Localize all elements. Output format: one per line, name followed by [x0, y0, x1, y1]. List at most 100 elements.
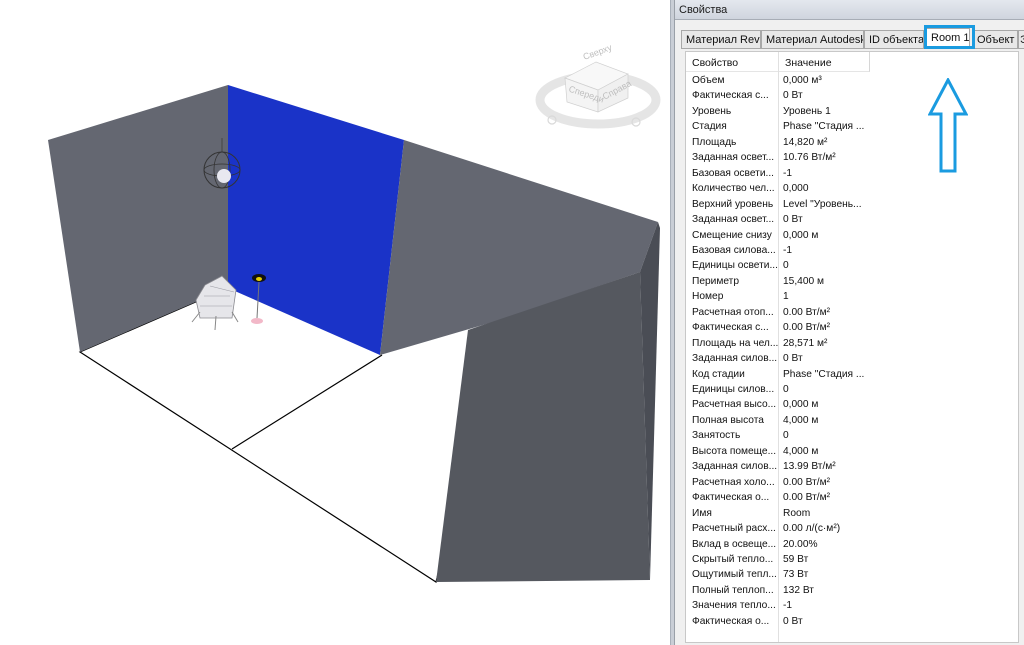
tab-highlight-box — [924, 25, 975, 49]
property-name: Ощутимый тепл... — [692, 569, 777, 581]
property-value: 1 — [783, 291, 789, 303]
property-value: 0,000 м — [783, 229, 819, 241]
property-value: 0 Вт — [783, 615, 803, 627]
property-value: 0.00 Вт/м² — [783, 492, 831, 504]
property-value: 0 — [783, 430, 789, 442]
property-name: Вклад в освеще... — [692, 538, 777, 550]
table-row[interactable]: Заданная освет... 0 Вт — [686, 212, 1018, 228]
property-value: Phase "Стадия ... — [783, 368, 865, 380]
property-name: Заданная силов... — [692, 353, 778, 365]
table-row[interactable]: Уровень Уровень 1 — [686, 104, 1018, 120]
table-row[interactable]: Расчетная холо... 0.00 Вт/м² — [686, 475, 1018, 491]
room-scene: Сверху Спереди Справа — [48, 42, 661, 583]
table-row[interactable]: Скрытый тепло... 59 Вт — [686, 552, 1018, 568]
property-name: Площадь на чел... — [692, 337, 778, 349]
property-value: 0.00 л/(с·м²) — [783, 523, 841, 535]
table-row[interactable]: Код стадии Phase "Стадия ... — [686, 367, 1018, 383]
property-value: 0.00 Вт/м² — [783, 322, 831, 334]
table-row[interactable]: Фактическая о... 0.00 Вт/м² — [686, 490, 1018, 506]
property-value: 0 Вт — [783, 90, 803, 102]
property-name: Расчетная высо... — [692, 399, 777, 411]
table-row[interactable]: Значения тепло... -1 — [686, 598, 1018, 614]
property-name: Полный теплоп... — [692, 584, 774, 596]
table-row[interactable]: Периметр 15,400 м — [686, 274, 1018, 290]
property-name: Базовая силова... — [692, 244, 776, 256]
tab-autodesk-material[interactable]: Материал Autodesk — [761, 30, 864, 48]
table-row[interactable]: Вклад в освеще... 20.00% — [686, 537, 1018, 553]
table-row[interactable]: Фактическая с... 0 Вт — [686, 88, 1018, 104]
property-value: Room — [783, 507, 811, 519]
property-value: -1 — [783, 167, 793, 179]
table-row[interactable]: Верхний уровень Level "Уровень... — [686, 197, 1018, 213]
property-name: Площадь — [692, 136, 737, 148]
table-row[interactable]: Фактическая с... 0.00 Вт/м² — [686, 320, 1018, 336]
table-row[interactable]: Единицы освети... 0 — [686, 258, 1018, 274]
tab-object[interactable]: Объект — [972, 30, 1018, 48]
property-value: 132 Вт — [783, 584, 814, 596]
tab-revit-material[interactable]: Материал Revit — [681, 30, 761, 48]
property-value: 59 Вт — [783, 553, 809, 565]
property-value: Phase "Стадия ... — [783, 121, 865, 133]
property-name: Значения тепло... — [692, 600, 776, 612]
property-name: Верхний уровень — [692, 198, 774, 210]
table-row[interactable]: Номер 1 — [686, 289, 1018, 305]
table-row[interactable]: Заданная силов... 0 Вт — [686, 351, 1018, 367]
table-row[interactable]: Площадь 14,820 м² — [686, 135, 1018, 151]
property-value: 20.00% — [783, 538, 818, 550]
column-header-property[interactable]: Свойство — [686, 52, 779, 72]
view-cube[interactable]: Сверху Спереди Справа — [535, 42, 661, 129]
table-row[interactable]: Полная высота 4,000 м — [686, 413, 1018, 429]
tab-overflow[interactable]: Э — [1018, 30, 1024, 48]
property-name: Уровень — [692, 105, 732, 117]
table-row[interactable]: Базовая силова... -1 — [686, 243, 1018, 259]
table-row[interactable]: Количество чел... 0,000 — [686, 181, 1018, 197]
table-row[interactable]: Расчетный расх... 0.00 л/(с·м²) — [686, 521, 1018, 537]
property-name: Заданная силов... — [692, 461, 778, 473]
property-value: 4,000 м — [783, 414, 819, 426]
property-value: 0,000 м³ — [783, 75, 822, 86]
property-value: 0 Вт — [783, 214, 803, 226]
table-row[interactable]: Расчетная высо... 0,000 м — [686, 397, 1018, 413]
property-value: -1 — [783, 244, 793, 256]
property-name: Единицы освети... — [692, 260, 778, 272]
table-row[interactable]: Занятость 0 — [686, 428, 1018, 444]
property-value: 28,571 м² — [783, 337, 828, 349]
table-row[interactable]: Стадия Phase "Стадия ... — [686, 119, 1018, 135]
table-row[interactable]: Заданная освет... 10.76 Вт/м² — [686, 150, 1018, 166]
table-row[interactable]: Расчетная отоп... 0.00 Вт/м² — [686, 305, 1018, 321]
property-value: 0 Вт — [783, 353, 803, 365]
property-name: Периметр — [692, 275, 740, 287]
property-value: 73 Вт — [783, 569, 809, 581]
property-name: Фактическая о... — [692, 615, 770, 627]
table-row[interactable]: Единицы силов... 0 — [686, 382, 1018, 398]
property-name: Заданная освет... — [692, 214, 775, 226]
table-row[interactable]: Базовая освети... -1 — [686, 166, 1018, 182]
property-name: Заданная освет... — [692, 152, 775, 164]
table-row[interactable]: Объем 0,000 м³ — [686, 73, 1018, 89]
3d-viewport[interactable]: Сверху Спереди Справа — [0, 0, 670, 645]
property-name: Базовая освети... — [692, 167, 775, 179]
table-row[interactable]: Полный теплоп... 132 Вт — [686, 583, 1018, 599]
up-arrow-icon — [928, 78, 968, 173]
table-row[interactable]: Высота помеще... 4,000 м — [686, 444, 1018, 460]
property-value: 0,000 м — [783, 399, 819, 411]
property-name: Полная высота — [692, 414, 764, 426]
property-value: 4,000 м — [783, 445, 819, 457]
table-row[interactable]: Ощутимый тепл... 73 Вт — [686, 567, 1018, 583]
table-row[interactable]: Площадь на чел... 28,571 м² — [686, 336, 1018, 352]
property-value: 0.00 Вт/м² — [783, 306, 831, 318]
table-row[interactable]: Заданная силов... 13.99 Вт/м² — [686, 459, 1018, 475]
property-value: 0.00 Вт/м² — [783, 476, 831, 488]
table-row[interactable]: Смещение снизу 0,000 м — [686, 228, 1018, 244]
property-name: Высота помеще... — [692, 445, 777, 457]
column-header-value[interactable]: Значение — [779, 52, 870, 72]
properties-grid[interactable]: Свойство Значение Объем 0,000 м³ Фактическ… — [685, 51, 1019, 643]
table-row[interactable]: Имя Room — [686, 506, 1018, 522]
property-name: Фактическая с... — [692, 90, 769, 102]
property-name: Смещение снизу — [692, 229, 772, 241]
table-row[interactable]: Фактическая о... 0 Вт — [686, 614, 1018, 630]
property-value: 13.99 Вт/м² — [783, 461, 836, 473]
tab-object-id[interactable]: ID объекта — [864, 30, 924, 48]
property-name: Объем — [692, 75, 725, 86]
property-value: 15,400 м — [783, 275, 824, 287]
